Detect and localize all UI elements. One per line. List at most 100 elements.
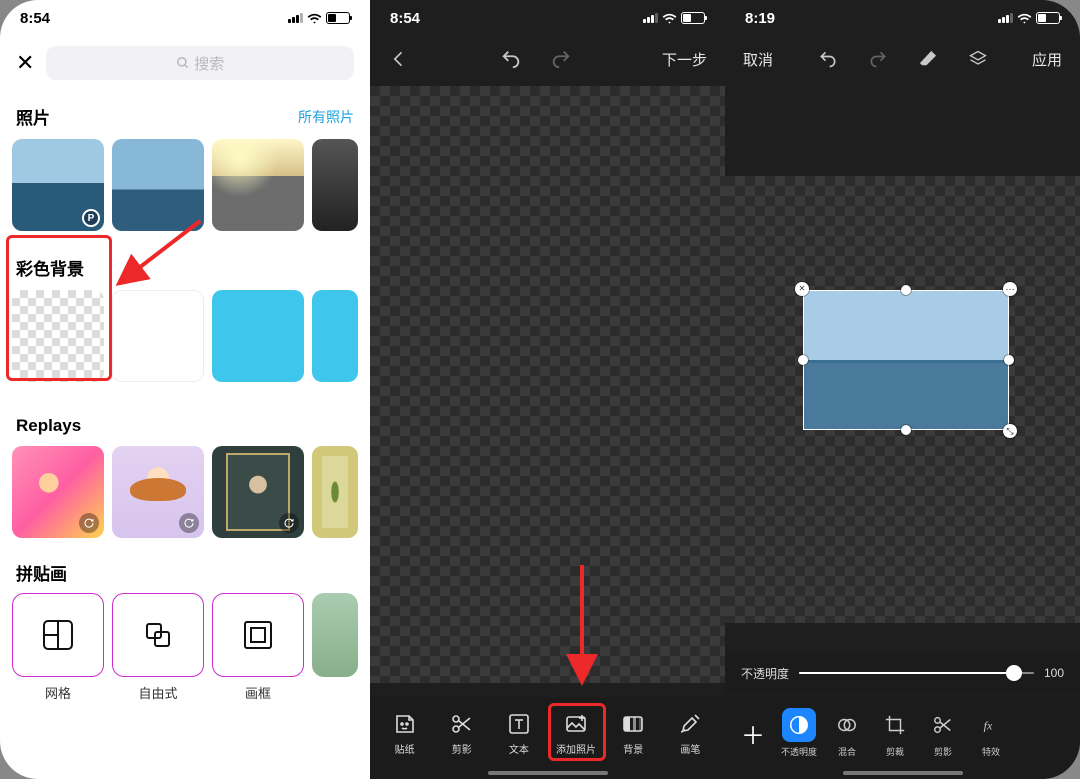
layer-handle[interactable] xyxy=(1004,355,1014,365)
battery-icon xyxy=(326,12,350,24)
photo-thumb[interactable] xyxy=(312,139,358,231)
collage-freestyle-button[interactable] xyxy=(112,593,204,677)
battery-icon xyxy=(681,12,705,24)
wifi-icon xyxy=(307,11,322,26)
freestyle-icon xyxy=(140,617,176,653)
collage-title: 拼贴画 xyxy=(0,542,370,593)
replay-thumb[interactable] xyxy=(312,446,358,538)
tool-background[interactable]: 背景 xyxy=(608,711,658,756)
status-bar: 8:54 xyxy=(0,0,370,36)
collage-thumb[interactable] xyxy=(312,593,358,677)
background-icon xyxy=(621,712,645,736)
tool-sticker[interactable]: 贴纸 xyxy=(380,711,430,756)
collage-label: 自由式 xyxy=(112,683,204,702)
tool-label: 文本 xyxy=(509,741,529,756)
picsart-badge-icon: P xyxy=(82,209,100,227)
apply-button[interactable]: 应用 xyxy=(1032,49,1062,70)
photo-thumb[interactable] xyxy=(112,139,204,231)
blend-icon xyxy=(836,714,858,736)
opacity-label: 不透明度 xyxy=(741,665,789,682)
signal-icon xyxy=(998,13,1013,23)
tool-blend[interactable]: 混合 xyxy=(825,708,869,758)
tool-text[interactable]: 文本 xyxy=(494,711,544,756)
layer-handle[interactable] xyxy=(901,425,911,435)
opacity-slider-bar: 不透明度 100 xyxy=(725,653,1080,693)
replay-thumb[interactable] xyxy=(12,446,104,538)
next-button[interactable]: 下一步 xyxy=(662,49,707,70)
placed-layer[interactable] xyxy=(803,290,1009,430)
tool-label: 剪裁 xyxy=(886,745,904,758)
canvas[interactable] xyxy=(725,86,1080,653)
undo-icon[interactable] xyxy=(500,48,522,70)
photo-thumb[interactable] xyxy=(212,139,304,231)
opacity-icon xyxy=(788,714,810,736)
status-icons xyxy=(643,11,705,26)
tool-fx[interactable]: fx 特效 xyxy=(969,708,1013,758)
replay-thumb[interactable] xyxy=(212,446,304,538)
photos-title: 照片 xyxy=(16,104,50,129)
tool-cutout[interactable]: 剪影 xyxy=(921,708,965,758)
close-icon[interactable]: ✕ xyxy=(16,52,34,74)
status-bar: 8:54 xyxy=(370,0,725,36)
undo-icon[interactable] xyxy=(817,48,839,70)
add-button[interactable]: ＋ xyxy=(733,713,773,753)
collage-grid-button[interactable] xyxy=(12,593,104,677)
opacity-slider[interactable] xyxy=(799,672,1034,674)
collage-frame-button[interactable] xyxy=(212,593,304,677)
grid-icon xyxy=(40,617,76,653)
tool-label: 剪影 xyxy=(934,745,952,758)
search-placeholder: 搜索 xyxy=(194,53,224,74)
layer-handle[interactable] xyxy=(901,285,911,295)
sticker-icon xyxy=(393,712,417,736)
redo-icon[interactable] xyxy=(867,48,889,70)
tool-add-photo[interactable]: 添加照片 xyxy=(551,711,601,756)
layer-more-handle[interactable] xyxy=(1003,282,1017,296)
blue-swatch[interactable] xyxy=(212,290,304,382)
search-icon xyxy=(176,56,190,70)
transparent-swatch[interactable] xyxy=(12,290,104,382)
wifi-icon xyxy=(662,11,677,26)
status-icons xyxy=(288,11,350,26)
crop-icon xyxy=(884,714,906,736)
home-indicator xyxy=(843,771,963,775)
replays-title: Replays xyxy=(0,396,370,442)
tool-crop[interactable]: 剪裁 xyxy=(873,708,917,758)
all-photos-link[interactable]: 所有照片 xyxy=(298,107,354,127)
status-time: 8:19 xyxy=(745,10,775,27)
blue-swatch[interactable] xyxy=(312,290,358,382)
white-swatch[interactable] xyxy=(112,290,204,382)
layer-resize-handle[interactable] xyxy=(1003,424,1017,438)
tool-brush[interactable]: 画笔 xyxy=(665,711,715,756)
status-time: 8:54 xyxy=(390,10,420,27)
tool-label: 剪影 xyxy=(452,741,472,756)
opacity-value: 100 xyxy=(1044,666,1064,680)
tool-label: 贴纸 xyxy=(395,741,415,756)
replay-thumb[interactable] xyxy=(112,446,204,538)
bottom-toolbar: 贴纸 剪影 文本 添加照片 背景 画笔 xyxy=(370,697,725,779)
color-bg-title: 彩色背景 xyxy=(0,245,370,286)
layer-close-handle[interactable] xyxy=(795,282,809,296)
eraser-icon[interactable] xyxy=(917,48,939,70)
redo-icon[interactable] xyxy=(550,48,572,70)
tool-opacity[interactable]: 不透明度 xyxy=(777,708,821,758)
layers-icon[interactable] xyxy=(967,48,989,70)
collage-label: 网格 xyxy=(12,683,104,702)
replay-badge-icon xyxy=(279,513,299,533)
frame-icon xyxy=(240,617,276,653)
status-time: 8:54 xyxy=(20,10,50,27)
layer-handle[interactable] xyxy=(798,355,808,365)
cancel-button[interactable]: 取消 xyxy=(743,49,773,70)
tool-label: 混合 xyxy=(838,745,856,758)
scissors-icon xyxy=(450,712,474,736)
photo-thumb[interactable]: P xyxy=(12,139,104,231)
replay-badge-icon xyxy=(179,513,199,533)
home-indicator xyxy=(488,771,608,775)
back-icon[interactable] xyxy=(388,48,410,70)
search-input[interactable]: 搜索 xyxy=(46,46,354,80)
brush-icon xyxy=(678,712,702,736)
battery-icon xyxy=(1036,12,1060,24)
canvas[interactable] xyxy=(370,86,725,683)
tool-cutout[interactable]: 剪影 xyxy=(437,711,487,756)
fx-icon: fx xyxy=(980,714,1002,736)
bottom-toolbar: ＋ 不透明度 混合 剪裁 剪影 fx 特效 xyxy=(725,697,1080,779)
